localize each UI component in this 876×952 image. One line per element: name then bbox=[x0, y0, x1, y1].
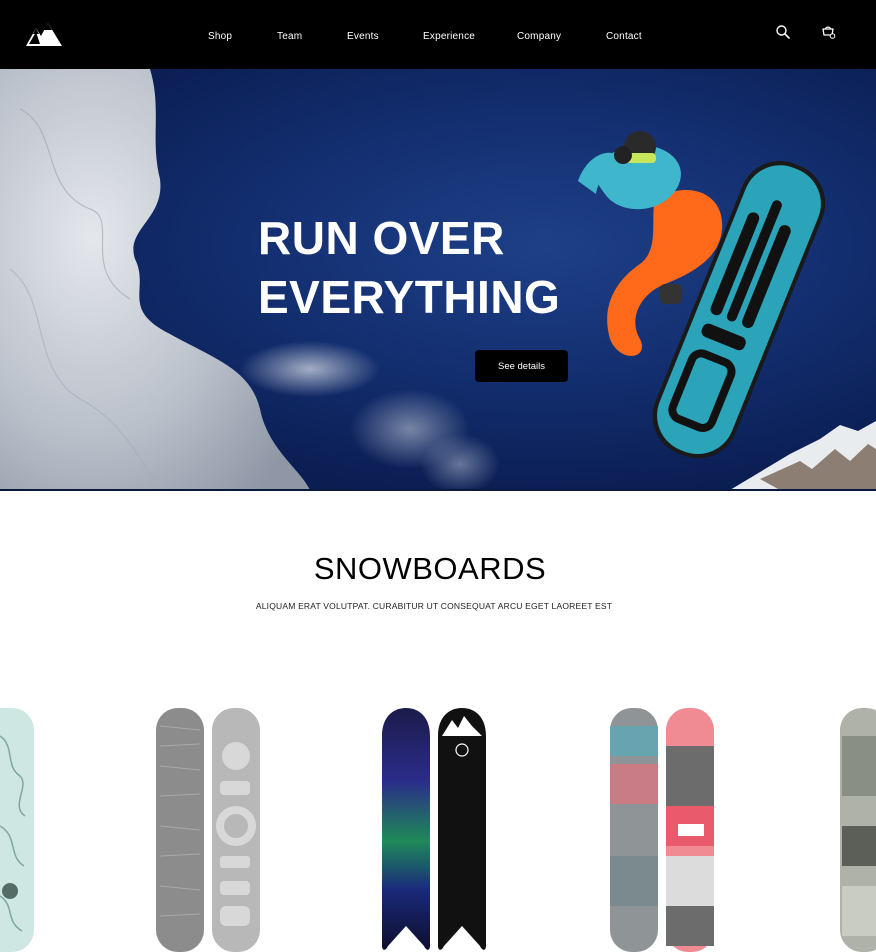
nav-contact[interactable]: Contact bbox=[606, 31, 642, 42]
product-carousel bbox=[0, 706, 876, 952]
search-icon[interactable] bbox=[775, 24, 791, 40]
nav-team[interactable]: Team bbox=[277, 31, 302, 42]
mint-pattern-snowboard[interactable] bbox=[0, 706, 40, 952]
nav-shop[interactable]: Shop bbox=[208, 31, 232, 42]
custom-pink-snowboard-pair[interactable] bbox=[608, 706, 716, 952]
section-title: SNOWBOARDS bbox=[313, 551, 547, 586]
hero-title-line-1: RUN OVER bbox=[258, 212, 505, 264]
nav-events[interactable]: Events bbox=[347, 31, 379, 42]
nav-company[interactable]: Company bbox=[517, 31, 561, 42]
main-nav: Shop Team Events Experience Company Cont… bbox=[0, 0, 876, 69]
see-details-button[interactable]: See details bbox=[475, 350, 568, 382]
hero-title-line-2: EVERYTHING bbox=[258, 271, 561, 323]
cart-icon[interactable] bbox=[820, 24, 836, 40]
top-navigation-bar: Shop Team Events Experience Company Cont… bbox=[0, 0, 876, 69]
galaxy-black-snowboard-pair[interactable] bbox=[380, 706, 488, 952]
hero-divider bbox=[0, 489, 876, 491]
nav-experience[interactable]: Experience bbox=[423, 31, 475, 42]
hero-title: RUN OVER EVERYTHING bbox=[258, 209, 560, 327]
section-subtitle: ALIQUAM ERAT VOLUTPAT. CURABITUR UT CONS… bbox=[255, 601, 613, 611]
grey-graphic-snowboard[interactable] bbox=[838, 706, 876, 952]
hero-banner: RUN OVER EVERYTHING See details bbox=[0, 69, 876, 490]
grey-burton-snowboard-pair[interactable] bbox=[154, 706, 262, 952]
